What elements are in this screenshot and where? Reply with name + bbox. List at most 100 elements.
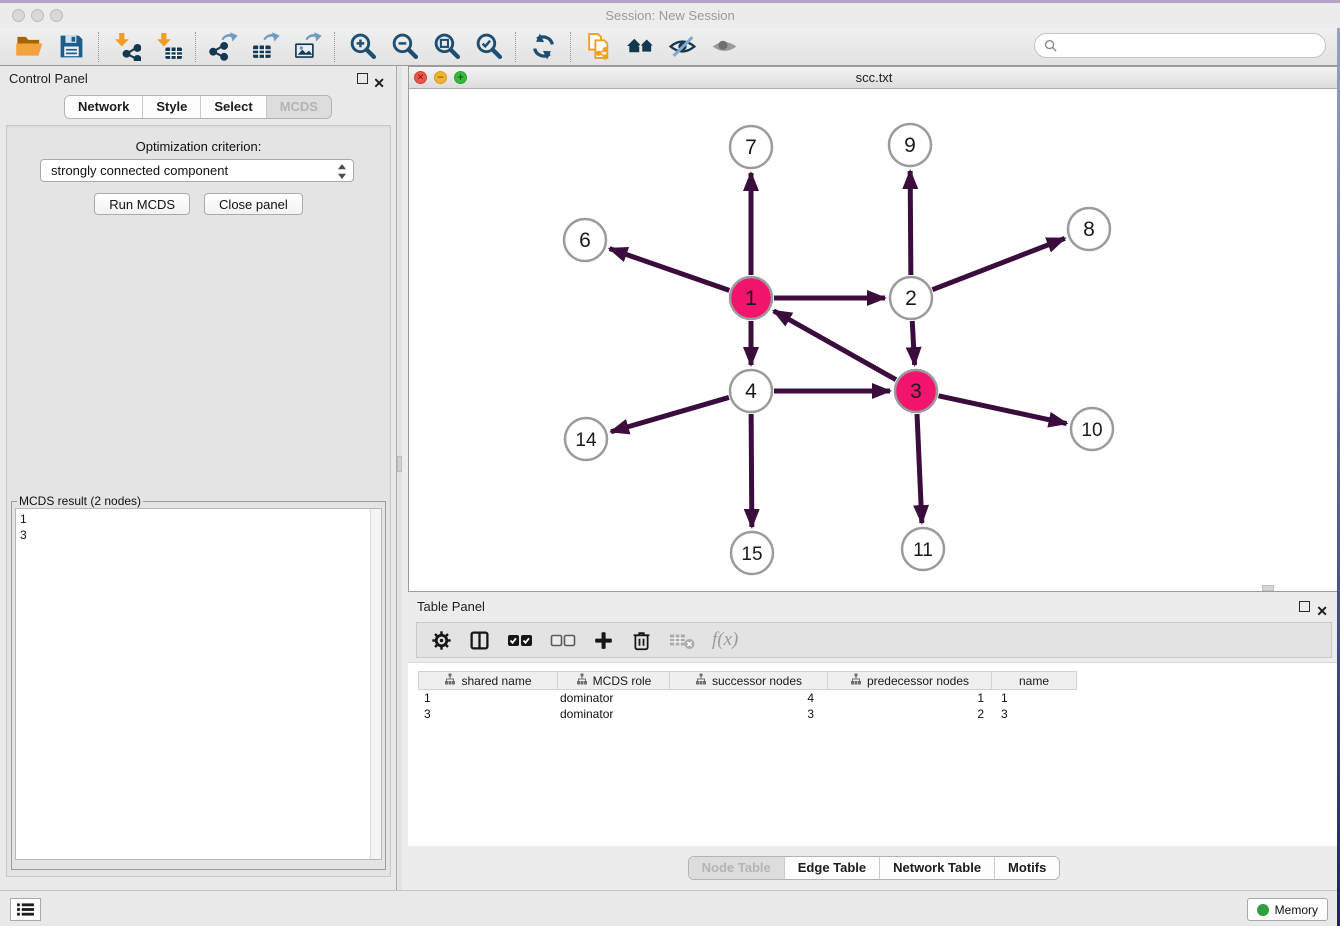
edge-4-14[interactable] [611,397,729,431]
network-maximize-button[interactable]: + [454,71,467,84]
tab-motifs[interactable]: Motifs [994,857,1059,879]
mcds-result-text[interactable]: 13 [15,508,382,860]
edge-2-8[interactable] [932,238,1064,289]
control-panel-tabs: NetworkStyleSelectMCDS [0,95,396,119]
cell[interactable]: 1 [418,690,558,706]
result-scrollbar[interactable] [370,509,381,859]
network-minimize-button[interactable]: − [434,71,447,84]
show-graphics-button[interactable] [703,30,745,64]
add-row-button[interactable] [593,630,614,651]
cell[interactable]: 2 [828,706,992,722]
network-window-titlebar[interactable]: ✕ − + scc.txt [409,67,1339,89]
toolbar-separator [98,32,99,62]
node-label-3: 3 [910,380,922,403]
zoom-selected-icon [474,32,503,61]
column-header-shared-name[interactable]: shared name [418,671,558,690]
table-row[interactable]: 1dominator411 [418,690,1077,706]
save-session-button[interactable] [50,30,92,64]
zoom-selected-button[interactable] [467,30,509,64]
result-line: 1 [20,511,377,527]
zoom-window-button[interactable] [50,9,63,22]
column-type-icon [850,673,862,688]
panel-splitter[interactable] [397,66,402,890]
refresh-icon [529,32,558,61]
export-table-button[interactable] [244,30,286,64]
network-close-button[interactable]: ✕ [414,71,427,84]
edge-1-6[interactable] [610,249,730,291]
control-panel-title: Control Panel ✕ [0,66,396,92]
table-row[interactable]: 3dominator323 [418,706,1077,722]
cell[interactable]: 3 [418,706,558,722]
search-icon [1043,38,1058,53]
window-title: Session: New Session [0,3,1340,28]
cell[interactable]: 1 [828,690,992,706]
home-view-icon [626,32,655,61]
clone-network-button[interactable] [577,30,619,64]
criterion-dropdown[interactable]: strongly connected component [40,159,354,182]
open-session-button[interactable] [8,30,50,64]
export-network-icon [209,32,238,61]
table-tabs: Node TableEdge TableNetwork TableMotifs [408,856,1340,880]
export-network-button[interactable] [202,30,244,64]
edge-4-15[interactable] [751,414,752,527]
cell[interactable]: 3 [992,706,1077,722]
splitter-grip[interactable] [397,456,402,472]
edge-3-10[interactable] [938,396,1066,424]
tab-mcds[interactable]: MCDS [266,96,331,118]
tab-network[interactable]: Network [65,96,142,118]
zoom-fit-button[interactable] [425,30,467,64]
zoom-fit-icon [432,32,461,61]
hide-graphics-button[interactable] [661,30,703,64]
split-columns-button[interactable] [469,630,490,651]
search-input[interactable] [1062,36,1325,56]
cell[interactable]: 1 [992,690,1077,706]
toolbar-separator [195,32,196,62]
network-view-window: ✕ − + scc.txt 7968124314101511 [408,66,1340,592]
close-panel-icon[interactable]: ✕ [373,70,385,96]
tab-style[interactable]: Style [142,96,200,118]
float-table-panel-icon[interactable] [1299,601,1310,612]
edge-3-1[interactable] [774,311,896,380]
column-header-MCDS-role[interactable]: MCDS role [558,671,670,690]
column-header-successor-nodes[interactable]: successor nodes [670,671,828,690]
tab-select[interactable]: Select [200,96,265,118]
memory-button[interactable]: Memory [1247,898,1328,921]
close-table-panel-icon[interactable]: ✕ [1316,598,1328,624]
cell[interactable]: 3 [670,706,828,722]
run-mcds-button[interactable]: Run MCDS [94,193,190,215]
import-table-button[interactable] [147,30,189,64]
import-network-button[interactable] [105,30,147,64]
deselect-all-checks-button[interactable] [550,630,576,651]
delete-row-button[interactable] [631,630,652,651]
float-panel-icon[interactable] [357,73,368,84]
search-field[interactable] [1034,33,1326,58]
network-canvas[interactable]: 7968124314101511 [409,89,1339,591]
export-image-button[interactable] [286,30,328,64]
show-panels-button[interactable] [10,898,41,921]
close-window-button[interactable] [12,9,25,22]
zoom-out-button[interactable] [383,30,425,64]
cell[interactable]: dominator [558,706,670,722]
gear-button[interactable] [431,630,452,651]
home-view-button[interactable] [619,30,661,64]
refresh-button[interactable] [522,30,564,64]
window-resize-grip[interactable] [1262,585,1274,591]
select-all-checks-button[interactable] [507,630,533,651]
toolbar-separator [570,32,571,62]
node-label-15: 15 [741,544,762,565]
column-header-name[interactable]: name [992,671,1077,690]
zoom-in-button[interactable] [341,30,383,64]
tab-network-table[interactable]: Network Table [879,857,994,879]
edge-2-9[interactable] [910,171,911,275]
control-panel: Control Panel ✕ NetworkStyleSelectMCDS O… [0,66,397,890]
edge-3-11[interactable] [917,414,922,523]
column-header-predecessor-nodes[interactable]: predecessor nodes [828,671,992,690]
tab-edge-table[interactable]: Edge Table [784,857,879,879]
minimize-window-button[interactable] [31,9,44,22]
cell[interactable]: 4 [670,690,828,706]
cell[interactable]: dominator [558,690,670,706]
edge-2-3[interactable] [912,321,914,365]
close-panel-button[interactable]: Close panel [204,193,303,215]
tab-node-table[interactable]: Node Table [689,857,784,879]
main-titlebar[interactable]: Session: New Session [0,3,1340,28]
